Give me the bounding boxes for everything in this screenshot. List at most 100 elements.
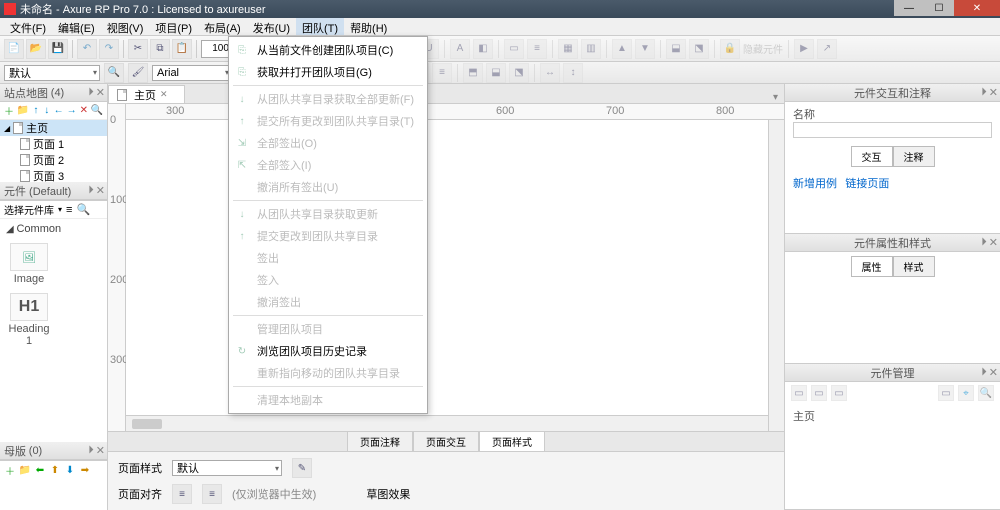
widgets-menu-icon[interactable]: ≡ bbox=[66, 204, 72, 216]
pin-icon[interactable]: ⏵ bbox=[88, 444, 94, 457]
paste-icon[interactable]: 📋 bbox=[172, 39, 192, 59]
move-down-icon[interactable]: ↓ bbox=[43, 105, 51, 117]
border-icon[interactable]: ▭ bbox=[504, 39, 524, 59]
tab-properties[interactable]: 属性 bbox=[851, 256, 893, 277]
magnify-icon[interactable]: 🔍 bbox=[104, 63, 124, 83]
mgr-icon1[interactable]: ▭ bbox=[791, 385, 807, 401]
vertical-scrollbar[interactable] bbox=[768, 120, 784, 431]
dist-v-icon[interactable]: ↕ bbox=[563, 63, 583, 83]
line-color-icon[interactable]: ◧ bbox=[473, 39, 493, 59]
delete-page-icon[interactable]: ✕ bbox=[80, 105, 88, 117]
distribute-icon[interactable]: ⬔ bbox=[689, 39, 709, 59]
line-width-icon[interactable]: ≡ bbox=[527, 39, 547, 59]
tab-page-interactions[interactable]: 页面交互 bbox=[413, 431, 479, 452]
font-select[interactable]: Arial bbox=[152, 65, 232, 81]
mgr-icon3[interactable]: ▭ bbox=[831, 385, 847, 401]
valign-top-icon[interactable]: ⬒ bbox=[463, 63, 483, 83]
canvas[interactable] bbox=[126, 120, 784, 415]
back-icon[interactable]: ▼ bbox=[635, 39, 655, 59]
close-panel-icon[interactable]: ✕ bbox=[989, 86, 998, 99]
new-file-icon[interactable]: 📄 bbox=[4, 39, 24, 59]
tree-page3[interactable]: 页面 3 bbox=[0, 168, 107, 182]
add-page-icon[interactable]: ＋ bbox=[4, 105, 14, 117]
close-panel-icon[interactable]: ✕ bbox=[96, 444, 105, 457]
add-mfolder-icon[interactable]: 📁 bbox=[19, 464, 31, 476]
mgr-icon2[interactable]: ▭ bbox=[811, 385, 827, 401]
menu-publish[interactable]: 发布(U) bbox=[247, 18, 296, 35]
menu-team[interactable]: 团队(T) bbox=[296, 18, 344, 35]
menu-project[interactable]: 项目(P) bbox=[149, 18, 198, 35]
filter-icon[interactable]: ⌖ bbox=[958, 385, 974, 401]
widget-heading1[interactable]: H1 Heading 1 bbox=[6, 293, 52, 347]
add-master-icon[interactable]: ＋ bbox=[4, 464, 16, 476]
team-create[interactable]: ⎘从当前文件创建团队项目(C) bbox=[229, 39, 427, 61]
master-left-icon[interactable]: ⬅ bbox=[34, 464, 46, 476]
move-up-icon[interactable]: ↑ bbox=[32, 105, 40, 117]
tree-page1[interactable]: 页面 1 bbox=[0, 136, 107, 152]
page-style-select[interactable]: 默认 bbox=[172, 460, 282, 476]
horizontal-scrollbar[interactable] bbox=[126, 415, 784, 431]
save-icon[interactable]: 💾 bbox=[48, 39, 68, 59]
outdent-icon[interactable]: ← bbox=[54, 105, 64, 117]
team-open[interactable]: ⎘获取并打开团队项目(G) bbox=[229, 61, 427, 83]
menu-file[interactable]: 文件(F) bbox=[4, 18, 52, 35]
tab-interactions[interactable]: 交互 bbox=[851, 146, 893, 167]
redo-icon[interactable]: ↷ bbox=[99, 39, 119, 59]
pin-icon[interactable]: ⏵ bbox=[981, 86, 987, 99]
lock-icon[interactable]: 🔒 bbox=[720, 39, 740, 59]
pin-icon[interactable]: ⏵ bbox=[88, 86, 94, 99]
paint-icon[interactable]: 🖌 bbox=[128, 63, 148, 83]
pin-icon[interactable]: ⏵ bbox=[981, 236, 987, 249]
tab-page-notes[interactable]: 页面注释 bbox=[347, 431, 413, 452]
close-panel-icon[interactable]: ✕ bbox=[96, 184, 105, 197]
tab-style[interactable]: 样式 bbox=[893, 256, 935, 277]
fill-color-icon[interactable]: A bbox=[450, 39, 470, 59]
pin-icon[interactable]: ⏵ bbox=[88, 184, 94, 197]
close-panel-icon[interactable]: ✕ bbox=[989, 366, 998, 379]
valign-mid-icon[interactable]: ⬓ bbox=[486, 63, 506, 83]
team-history[interactable]: ↻浏览团队项目历史记录 bbox=[229, 340, 427, 362]
ungroup-icon[interactable]: ▥ bbox=[581, 39, 601, 59]
tab-close-icon[interactable]: ✕ bbox=[160, 89, 168, 100]
undo-icon[interactable]: ↶ bbox=[77, 39, 97, 59]
tree-page2[interactable]: 页面 2 bbox=[0, 152, 107, 168]
tab-notes[interactable]: 注释 bbox=[893, 146, 935, 167]
menu-edit[interactable]: 编辑(E) bbox=[52, 18, 101, 35]
style-select[interactable]: 默认 bbox=[4, 65, 100, 81]
widget-name-input[interactable] bbox=[793, 122, 992, 138]
valign-bot-icon[interactable]: ⬔ bbox=[509, 63, 529, 83]
mgr-search-icon[interactable]: 🔍 bbox=[978, 385, 994, 401]
close-button[interactable]: ✕ bbox=[954, 0, 1000, 16]
master-up-icon[interactable]: ⬆ bbox=[49, 464, 61, 476]
close-panel-icon[interactable]: ✕ bbox=[989, 236, 998, 249]
tab-menu-icon[interactable]: ▾ bbox=[767, 92, 784, 103]
align-center-btn[interactable]: ≡ bbox=[202, 484, 222, 504]
master-right-icon[interactable]: ➡ bbox=[79, 464, 91, 476]
mgr-tree-root[interactable]: 主页 bbox=[793, 411, 815, 423]
front-icon[interactable]: ▲ bbox=[612, 39, 632, 59]
mgr-icon4[interactable]: ▭ bbox=[938, 385, 954, 401]
open-file-icon[interactable]: 📂 bbox=[26, 39, 46, 59]
align-icon[interactable]: ⬓ bbox=[666, 39, 686, 59]
pin-icon[interactable]: ⏵ bbox=[981, 366, 987, 379]
master-down-icon[interactable]: ⬇ bbox=[64, 464, 76, 476]
indent-icon[interactable]: → bbox=[67, 105, 77, 117]
edit-style-icon[interactable]: ✎ bbox=[292, 458, 312, 478]
align-left-btn[interactable]: ≡ bbox=[172, 484, 192, 504]
widgets-search-icon[interactable]: 🔍 bbox=[76, 203, 90, 217]
dist-h-icon[interactable]: ↔ bbox=[540, 63, 560, 83]
link-page-link[interactable]: 链接页面 bbox=[845, 178, 889, 190]
group-icon[interactable]: ▦ bbox=[558, 39, 578, 59]
add-case-link[interactable]: 新增用例 bbox=[793, 178, 837, 190]
tab-page-style[interactable]: 页面样式 bbox=[479, 431, 545, 452]
preview-icon[interactable]: ▶ bbox=[794, 39, 814, 59]
align-right-icon[interactable]: ≡ bbox=[432, 63, 452, 83]
tree-root[interactable]: ◢主页 bbox=[0, 120, 107, 136]
menu-view[interactable]: 视图(V) bbox=[101, 18, 150, 35]
menu-help[interactable]: 帮助(H) bbox=[344, 18, 393, 35]
share-icon[interactable]: ↗ bbox=[817, 39, 837, 59]
cut-icon[interactable]: ✂ bbox=[128, 39, 148, 59]
copy-icon[interactable]: ⧉ bbox=[150, 39, 170, 59]
add-folder-icon[interactable]: 📁 bbox=[17, 105, 29, 117]
search-page-icon[interactable]: 🔍 bbox=[91, 105, 103, 117]
